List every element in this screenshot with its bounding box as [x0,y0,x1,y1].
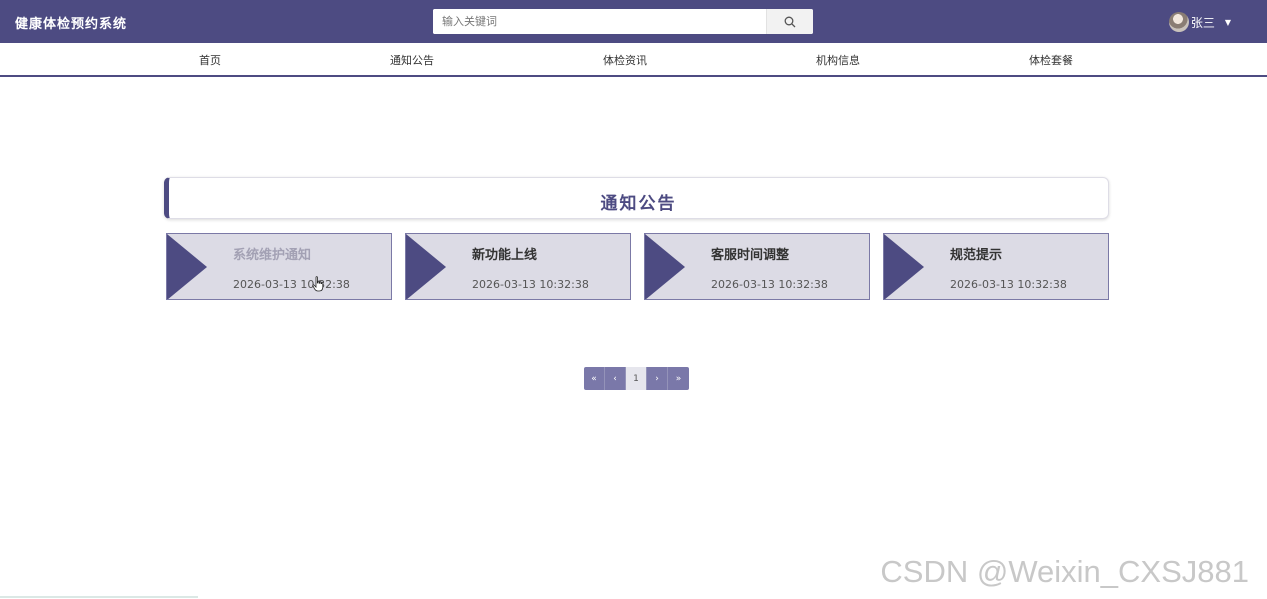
nav-item-health-news[interactable]: 体检资讯 [603,52,647,68]
notice-card[interactable]: 规范提示 2026-03-13 10:32:38 [883,233,1109,300]
search-button[interactable] [766,9,813,34]
search-box [433,9,813,34]
divider [0,596,198,598]
nav-item-notices[interactable]: 通知公告 [390,52,434,68]
next-page-button[interactable]: › [647,367,668,390]
main-nav: 首页 通知公告 体检资讯 机构信息 体检套餐 [0,43,1267,77]
notice-date: 2026-03-13 10:32:38 [472,278,589,291]
page: 健康体检预约系统 张三 ▼ 首页 通知公告 体检资讯 机构信息 体检套餐 通知公… [0,0,1267,599]
avatar [1168,12,1189,32]
notice-card[interactable]: 客服时间调整 2026-03-13 10:32:38 [644,233,870,300]
play-triangle-icon [406,234,446,299]
section-header: 通知公告 [164,177,1109,219]
notice-card[interactable]: 系统维护通知 2026-03-13 10:32:38 [166,233,392,300]
notice-date: 2026-03-13 10:32:38 [711,278,828,291]
notice-title: 客服时间调整 [711,248,790,263]
play-triangle-icon [167,234,207,299]
site-title: 健康体检预约系统 [15,17,128,32]
notice-card[interactable]: 新功能上线 2026-03-13 10:32:38 [405,233,631,300]
search-icon [784,16,796,27]
hand-pointer-icon [312,276,324,292]
nav-item-institutions[interactable]: 机构信息 [816,52,860,68]
last-page-button[interactable]: » [668,367,689,390]
section-title: 通知公告 [600,194,677,214]
pagination: « ‹ 1 › » [584,367,689,390]
prev-page-button[interactable]: ‹ [605,367,626,390]
current-page[interactable]: 1 [626,367,647,390]
user-menu[interactable]: 张三 ▼ [1168,11,1231,33]
nav-item-home[interactable]: 首页 [199,52,221,68]
top-bar: 健康体检预约系统 张三 ▼ [0,0,1267,43]
play-triangle-icon [884,234,924,299]
caret-down-icon: ▼ [1224,17,1231,27]
notice-date: 2026-03-13 10:32:38 [233,278,350,291]
watermark: CSDN @Weixin_CXSJ881 [880,554,1249,589]
play-triangle-icon [645,234,685,299]
notice-date: 2026-03-13 10:32:38 [950,278,1067,291]
search-input[interactable] [433,9,767,34]
notice-title: 新功能上线 [472,248,538,263]
nav-item-packages[interactable]: 体检套餐 [1029,52,1073,68]
notice-title: 规范提示 [950,248,1003,263]
notice-title: 系统维护通知 [233,248,312,263]
user-name: 张三 [1190,15,1215,30]
first-page-button[interactable]: « [584,367,605,390]
